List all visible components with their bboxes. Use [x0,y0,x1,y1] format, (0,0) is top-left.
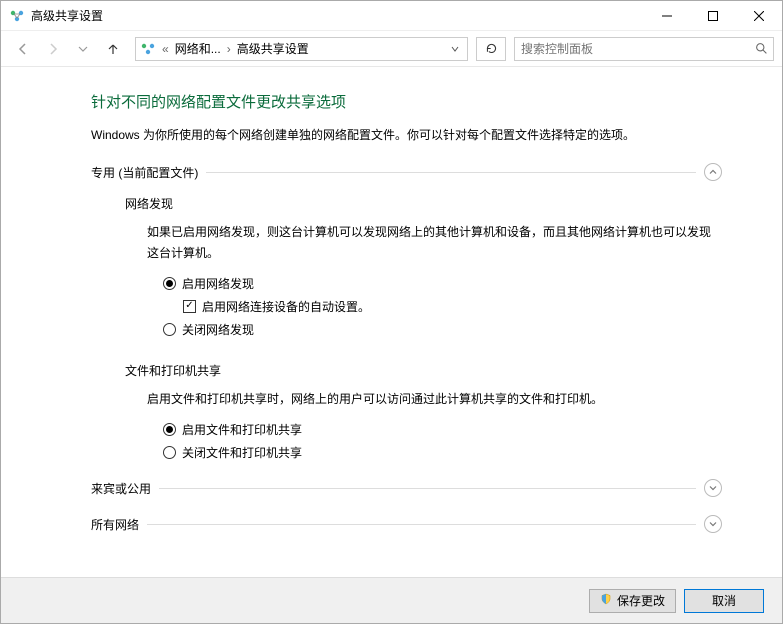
section-all-title: 所有网络 [91,516,139,533]
radio-discovery-off[interactable]: 关闭网络发现 [163,321,722,338]
search-icon[interactable] [749,42,773,55]
radio-fileshare-off[interactable]: 关闭文件和打印机共享 [163,444,722,461]
save-button[interactable]: 保存更改 [589,589,676,613]
chevron-down-icon [704,479,722,497]
app-icon [9,8,25,24]
section-private-body: 网络发现 如果已启用网络发现，则这台计算机可以发现网络上的其他计算机和设备，而且… [91,181,722,461]
radio-icon [163,446,176,459]
maximize-button[interactable] [690,1,736,30]
titlebar: 高级共享设置 [1,1,782,31]
radio-icon [163,323,176,336]
checkbox-auto-setup-label: 启用网络连接设备的自动设置。 [202,298,370,315]
back-button[interactable] [9,35,37,63]
shield-icon [600,593,612,608]
section-all: 所有网络 [91,515,722,533]
content-area: 针对不同的网络配置文件更改共享选项 Windows 为你所使用的每个网络创建单独… [1,67,782,577]
section-private-header[interactable]: 专用 (当前配置文件) [91,163,722,181]
chevron-down-icon [704,515,722,533]
radio-fileshare-off-label: 关闭文件和打印机共享 [182,444,302,461]
radio-icon [163,423,176,436]
recent-dropdown[interactable] [69,35,97,63]
group-fileshare-desc: 启用文件和打印机共享时，网络上的用户可以访问通过此计算机共享的文件和打印机。 [147,389,722,409]
section-guest: 来宾或公用 [91,479,722,497]
section-private-title: 专用 (当前配置文件) [91,164,198,181]
footer: 保存更改 取消 [1,577,782,623]
section-guest-title: 来宾或公用 [91,480,151,497]
radio-icon [163,277,176,290]
page-heading: 针对不同的网络配置文件更改共享选项 [91,91,722,112]
cancel-button-label: 取消 [712,592,736,609]
radio-discovery-off-label: 关闭网络发现 [182,321,254,338]
up-button[interactable] [99,35,127,63]
window-title: 高级共享设置 [31,7,644,24]
minimize-button[interactable] [644,1,690,30]
breadcrumb-seg2[interactable]: 高级共享设置 [237,40,309,57]
group-discovery-desc: 如果已启用网络发现，则这台计算机可以发现网络上的其他计算机和设备，而且其他网络计… [147,222,722,263]
divider [159,488,696,489]
divider [147,524,696,525]
save-button-label: 保存更改 [617,592,665,609]
window: 高级共享设置 « 网络和... › 高级共享设置 [0,0,783,624]
window-controls [644,1,782,30]
address-icon [140,41,156,57]
breadcrumb-seg1[interactable]: 网络和... [175,40,221,57]
checkbox-icon: ✓ [183,300,196,313]
refresh-button[interactable] [476,37,506,61]
nav-row: « 网络和... › 高级共享设置 [1,31,782,67]
section-all-header[interactable]: 所有网络 [91,515,722,533]
cancel-button[interactable]: 取消 [684,589,764,613]
radio-discovery-on[interactable]: 启用网络发现 [163,275,722,292]
radio-fileshare-on-label: 启用文件和打印机共享 [182,421,302,438]
section-guest-header[interactable]: 来宾或公用 [91,479,722,497]
group-discovery-title: 网络发现 [125,195,722,212]
close-button[interactable] [736,1,782,30]
forward-button [39,35,67,63]
divider [206,172,696,173]
search-box[interactable] [514,37,774,61]
chevron-up-icon [704,163,722,181]
page-intro: Windows 为你所使用的每个网络创建单独的网络配置文件。你可以针对每个配置文… [91,126,722,145]
address-dropdown-icon[interactable] [447,42,463,56]
group-fileshare-title: 文件和打印机共享 [125,362,722,379]
breadcrumb-prefix: « [160,42,171,56]
breadcrumb-sep-icon: › [225,42,233,56]
checkbox-auto-setup[interactable]: ✓ 启用网络连接设备的自动设置。 [183,298,722,315]
section-private: 专用 (当前配置文件) 网络发现 如果已启用网络发现，则这台计算机可以发现网络上… [91,163,722,461]
address-bar[interactable]: « 网络和... › 高级共享设置 [135,37,468,61]
radio-fileshare-on[interactable]: 启用文件和打印机共享 [163,421,722,438]
radio-discovery-on-label: 启用网络发现 [182,275,254,292]
search-input[interactable] [515,42,749,56]
